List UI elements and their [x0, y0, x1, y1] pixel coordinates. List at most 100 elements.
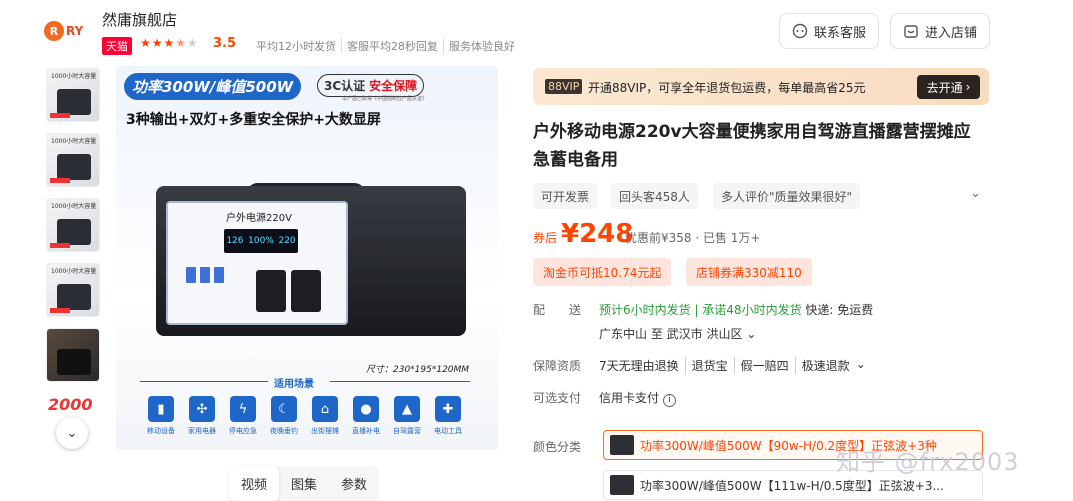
guarantee-item: 假一赔四 — [733, 357, 795, 374]
chevron-right-icon: › — [965, 80, 971, 94]
guarantee-list[interactable]: 7天无理由退换 退货宝 假一赔四 极速退款 ⌄ — [599, 357, 866, 374]
thumb-product — [57, 89, 91, 115]
thumbnail[interactable]: 1000小时大容量 — [46, 198, 100, 252]
media-tabs: 视频 图集 参数 — [229, 466, 380, 501]
cert-subtext: 本产品已取得《中国强制性产品认证》 — [342, 96, 428, 102]
thumb-partial-text: 2000 — [48, 395, 93, 414]
color-label: 颜色分类 — [533, 440, 582, 454]
watermark: 知乎 @frx2003 — [836, 448, 1020, 476]
logo-r-icon: R — [44, 21, 64, 41]
metric-shipping: 平均12小时发货 — [256, 40, 336, 53]
shop-logo[interactable]: R RY — [44, 16, 92, 46]
tab-video[interactable]: 视频 — [229, 466, 280, 501]
thumbnail[interactable]: 1000小时大容量 — [46, 263, 100, 317]
chat-icon — [792, 23, 808, 39]
lcd-output: 220 — [278, 236, 296, 246]
price-sub: 优惠前¥358 · 已售 1万+ — [625, 231, 761, 245]
scene-label: 移动设备 — [147, 427, 175, 435]
tag-invoice[interactable]: 可开发票 — [533, 183, 598, 209]
thumb-product — [57, 284, 91, 310]
coupon-store[interactable]: 店铺券满330减110 — [686, 258, 812, 286]
delivery-label: 配 送 — [533, 303, 582, 317]
thumb-stripe — [50, 178, 70, 183]
chevron-down-icon: ⌄ — [855, 357, 866, 371]
price-label: 券后 — [533, 231, 558, 245]
vip-badge: 88VIP — [545, 79, 583, 94]
rating-stars-icon: ★★★★★ — [140, 36, 199, 50]
divider — [330, 381, 470, 382]
thumb-product — [57, 349, 91, 375]
payment-info[interactable]: 信用卡支付 i — [599, 389, 676, 407]
thumb-product — [57, 219, 91, 245]
panel-title: 户外电源220V — [226, 213, 292, 224]
guarantee-item: 极速退款 — [794, 357, 856, 374]
contact-service-label: 联系客服 — [814, 25, 867, 41]
fan-icon: ✣ — [189, 396, 215, 422]
thumb-caption: 1000小时大容量 — [51, 268, 97, 275]
tool-icon: ✚ — [435, 396, 461, 422]
lcd-battery: 100% — [248, 236, 274, 246]
shop-metrics: 平均12小时发货 客服平均28秒回复 服务体验良好 — [256, 38, 520, 54]
lcd-input: 126 — [226, 236, 244, 246]
guarantee-label: 保障资质 — [533, 359, 582, 373]
shop-name[interactable]: 然庸旗舰店 — [102, 9, 177, 30]
moon-icon: ☾ — [271, 396, 297, 422]
shop-score: 3.5 — [213, 36, 237, 51]
sku-thumb — [610, 475, 634, 495]
tags-expand-chevron-down-icon[interactable]: ⌄ — [970, 186, 981, 201]
thumb-caption: 1000小时大容量 — [51, 138, 97, 145]
tmall-badge: 天猫 — [102, 37, 132, 55]
ac-outlet — [256, 270, 286, 312]
tag-reviews[interactable]: 多人评价"质量效果很好" — [713, 183, 861, 209]
payment-text: 信用卡支付 — [599, 391, 660, 405]
main-product-image[interactable]: 功率300W/峰值500W 3C认证 安全保障 本产品已取得《中国强制性产品认证》… — [116, 66, 498, 450]
thumb-caption: 1000小时大容量 — [51, 73, 97, 80]
vip-open-button[interactable]: 去开通 › — [917, 75, 980, 99]
sku-option-label: 功率300W/峰值500W【111w-H/0.5度型】正弦波+3... — [640, 478, 944, 493]
coupon-taojinbi[interactable]: 淘金币可抵10.74元起 — [533, 258, 672, 286]
bolt-icon: ϟ — [230, 396, 256, 422]
scene-label: 停电应急 — [229, 427, 257, 435]
logo-text: RY — [66, 24, 84, 38]
price: ¥248 — [561, 219, 634, 249]
chevron-down-icon: ⌄ — [66, 425, 78, 441]
thumbnail[interactable] — [46, 328, 100, 382]
tent-icon: ▲ — [394, 396, 420, 422]
scene-label: 直播补电 — [352, 427, 380, 435]
divider — [140, 381, 268, 382]
route-text: 广东中山 至 武汉市 洪山区 — [599, 327, 743, 341]
product-title: 户外移动电源220v大容量便携家用自驾游直播露营摆摊应急蓄电备用 — [533, 122, 971, 170]
thumb-stripe — [50, 243, 70, 248]
thumbs-scroll-down-button[interactable]: ⌄ — [56, 417, 88, 449]
scene-label: 家用电器 — [188, 427, 216, 435]
thumbnail[interactable]: 1000小时大容量 — [46, 133, 100, 187]
ac-outlet — [291, 270, 321, 312]
thumbnail[interactable]: 1000小时大容量 — [46, 68, 100, 122]
scene-title: 适用场景 — [274, 379, 314, 390]
enter-store-button[interactable]: 进入店铺 — [890, 13, 991, 49]
thumb-caption: 1000小时大容量 — [51, 203, 97, 210]
payment-label: 可选支付 — [533, 391, 582, 405]
tab-gallery[interactable]: 图集 — [279, 466, 329, 501]
cert-safe: 安全保障 — [369, 79, 418, 93]
person-icon: ● — [353, 396, 379, 422]
size-text: 尺寸：230*195*120MM — [366, 365, 470, 375]
guarantee-item: 退货宝 — [684, 357, 734, 374]
thumb-stripe — [50, 308, 70, 313]
usb-port — [186, 267, 196, 283]
sku-thumb — [610, 435, 634, 455]
metric-reply: 客服平均28秒回复 — [341, 38, 443, 54]
power-banner: 功率300W/峰值500W — [124, 73, 302, 100]
stall-icon: ⌂ — [312, 396, 338, 422]
scene-label: 夜晚垂钓 — [270, 427, 298, 435]
scene-label: 电动工具 — [434, 427, 462, 435]
lcd-display: 126 100% 220 — [224, 229, 298, 253]
tab-params[interactable]: 参数 — [329, 466, 379, 501]
delivery-route[interactable]: 广东中山 至 武汉市 洪山区 ⌄ — [599, 325, 756, 342]
cert-label: 3C认证 — [324, 79, 366, 93]
contact-service-button[interactable]: 联系客服 — [779, 13, 880, 49]
delivery-promise: 预计6小时内发货 | 承诺48小时内发货 — [599, 303, 802, 317]
phone-icon: ▮ — [148, 396, 174, 422]
usb-port — [200, 267, 210, 283]
tag-repeat-customers[interactable]: 回头客458人 — [611, 183, 698, 209]
